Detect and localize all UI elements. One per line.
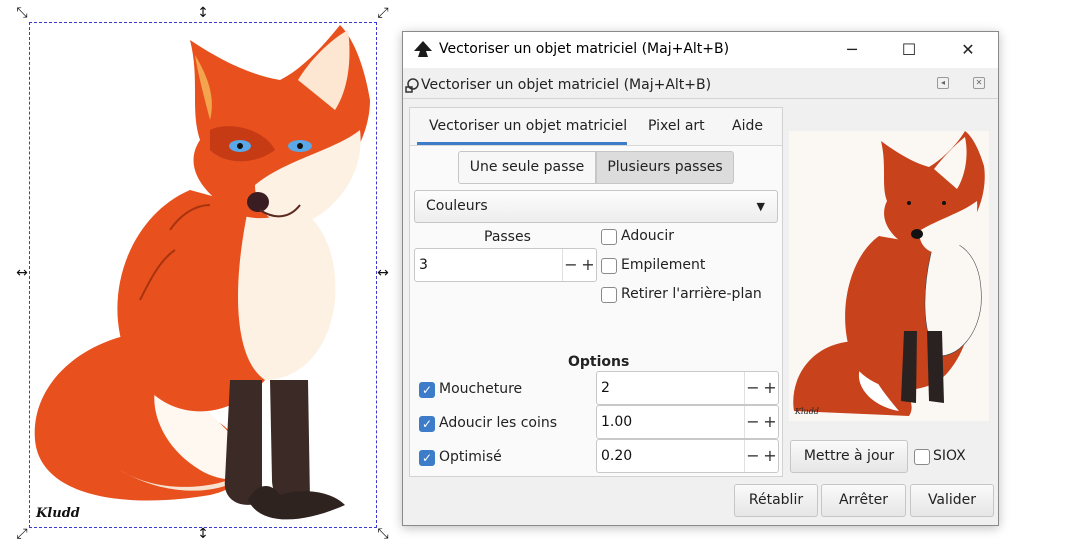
- validate-button[interactable]: Valider: [910, 484, 994, 517]
- tab-vectorize[interactable]: Vectoriser un objet matriciel: [429, 118, 627, 134]
- speckles-decrement-button[interactable]: −: [745, 376, 761, 400]
- stop-button[interactable]: Arrêter: [821, 484, 906, 517]
- fox-signature: Kludd: [36, 506, 80, 521]
- passes-increment-button[interactable]: +: [580, 253, 596, 277]
- smooth-corners-decrement-button[interactable]: −: [745, 410, 761, 434]
- passes-label: Passes: [484, 229, 531, 245]
- smooth-corners-label: Adoucir les coins: [439, 415, 558, 431]
- close-icon[interactable]: ✕: [955, 38, 981, 62]
- options-heading: Options: [568, 354, 630, 370]
- window-title: Vectoriser un objet matriciel (Maj+Alt+B…: [439, 41, 730, 57]
- multi-pass-button[interactable]: Plusieurs passes: [596, 151, 734, 184]
- optimize-increment-button[interactable]: +: [762, 444, 778, 468]
- optimize-spinbox[interactable]: 0.20 − +: [596, 439, 779, 473]
- optimize-value: 0.20: [601, 448, 633, 464]
- tab-pixel-art[interactable]: Pixel art: [648, 118, 705, 134]
- trace-bitmap-dialog: Vectoriser un objet matriciel (Maj+Alt+B…: [402, 31, 999, 526]
- resize-handle-sw-icon[interactable]: ⤢: [14, 527, 30, 543]
- active-tab-indicator: [417, 142, 627, 145]
- drawing-canvas[interactable]: ⤡ ↕ ⤢ ↔ ↔ ⤢ ↕ ⤡ Kludd: [0, 0, 400, 557]
- siox-label: SIOX: [933, 448, 966, 464]
- optimize-checkbox[interactable]: ✓: [419, 450, 435, 466]
- resize-handle-nw-icon[interactable]: ⤡: [14, 6, 30, 22]
- maximize-icon[interactable]: ☐: [896, 38, 922, 62]
- smooth-corners-spinbox[interactable]: 1.00 − +: [596, 405, 779, 439]
- trace-tool-icon: [405, 78, 419, 93]
- chevron-down-icon: ▼: [756, 200, 765, 213]
- panel-collapse-icon[interactable]: ◂: [937, 77, 949, 89]
- single-pass-button[interactable]: Une seule passe: [458, 151, 596, 184]
- passes-value: 3: [419, 257, 428, 273]
- trace-preview: Kludd: [789, 131, 989, 421]
- stack-checkbox[interactable]: [601, 258, 617, 274]
- panel-close-icon[interactable]: ✕: [973, 77, 985, 89]
- update-preview-button[interactable]: Mettre à jour: [790, 440, 908, 473]
- speckles-spinbox[interactable]: 2 − +: [596, 371, 779, 405]
- speckles-label: Moucheture: [439, 381, 523, 397]
- resize-handle-w-icon[interactable]: ↔: [14, 266, 30, 282]
- window-titlebar[interactable]: Vectoriser un objet matriciel (Maj+Alt+B…: [403, 32, 998, 68]
- preview-signature: Kludd: [795, 407, 819, 416]
- fox-preview-image: [793, 131, 985, 416]
- resize-handle-n-icon[interactable]: ↕: [195, 6, 211, 22]
- resize-handle-se-icon[interactable]: ⤡: [375, 527, 391, 543]
- stack-label: Empilement: [621, 257, 706, 273]
- passes-decrement-button[interactable]: −: [563, 253, 579, 277]
- optimize-decrement-button[interactable]: −: [745, 444, 761, 468]
- resize-handle-e-icon[interactable]: ↔: [375, 266, 391, 282]
- smooth-corners-value: 1.00: [601, 414, 633, 430]
- reset-button[interactable]: Rétablir: [734, 484, 818, 517]
- speckles-value: 2: [601, 380, 610, 396]
- minimize-icon[interactable]: ─: [839, 38, 865, 62]
- tab-bar: Vectoriser un objet matriciel Pixel art …: [410, 108, 782, 146]
- trace-settings-panel: Vectoriser un objet matriciel Pixel art …: [409, 107, 783, 477]
- inkscape-logo-icon: [414, 41, 432, 57]
- speckles-checkbox[interactable]: ✓: [419, 382, 435, 398]
- tab-help[interactable]: Aide: [732, 118, 763, 134]
- remove-background-checkbox[interactable]: [601, 287, 617, 303]
- panel-header: Vectoriser un objet matriciel (Maj+Alt+B…: [403, 69, 998, 99]
- speckles-increment-button[interactable]: +: [762, 376, 778, 400]
- smooth-label: Adoucir: [621, 228, 674, 244]
- smooth-corners-checkbox[interactable]: ✓: [419, 416, 435, 432]
- panel-title: Vectoriser un objet matriciel (Maj+Alt+B…: [421, 77, 712, 93]
- siox-checkbox[interactable]: [914, 449, 930, 465]
- optimize-label: Optimisé: [439, 449, 502, 465]
- detection-mode-dropdown[interactable]: Couleurs ▼: [414, 190, 778, 223]
- detection-mode-value: Couleurs: [426, 198, 488, 214]
- fox-illustration[interactable]: [0, 0, 400, 557]
- remove-background-label: Retirer l'arrière-plan: [621, 286, 762, 302]
- resize-handle-ne-icon[interactable]: ⤢: [375, 6, 391, 22]
- resize-handle-s-icon[interactable]: ↕: [195, 527, 211, 543]
- smooth-corners-increment-button[interactable]: +: [762, 410, 778, 434]
- passes-spinbox[interactable]: 3 − +: [414, 248, 597, 282]
- smooth-checkbox[interactable]: [601, 229, 617, 245]
